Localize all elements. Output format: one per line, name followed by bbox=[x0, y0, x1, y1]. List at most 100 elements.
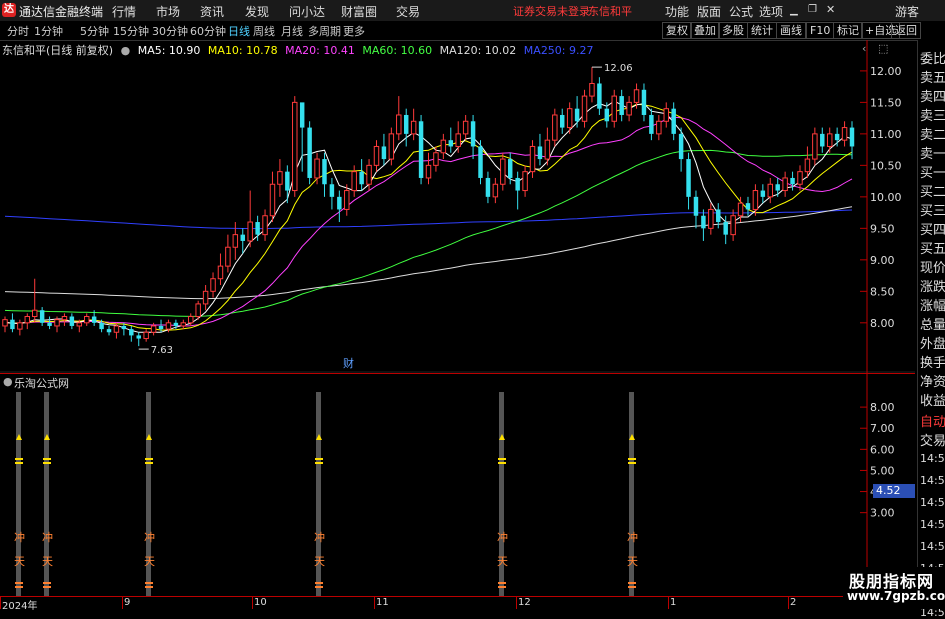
side-panel-item[interactable]: 涨幅 bbox=[920, 295, 945, 314]
finance-marker[interactable]: 财 bbox=[343, 356, 354, 370]
side-panel-item[interactable]: 卖一 bbox=[920, 143, 945, 162]
side-panel-item[interactable]: 委比 bbox=[920, 48, 945, 67]
side-panel-item[interactable]: 换手 bbox=[920, 352, 945, 371]
main-grid bbox=[0, 40, 915, 373]
side-panel-item[interactable]: 交易 bbox=[920, 430, 945, 449]
candle bbox=[492, 177, 499, 204]
candle bbox=[537, 133, 543, 166]
menu-xuanxiang[interactable]: 选项 bbox=[759, 3, 783, 20]
side-panel-item[interactable]: 收益 bbox=[920, 390, 945, 409]
tab-multi-period[interactable]: 多周期 bbox=[308, 23, 341, 39]
x-axis-tick bbox=[668, 597, 669, 609]
tab-monthly[interactable]: 月线 bbox=[281, 23, 303, 39]
menu-zixun[interactable]: 资讯 bbox=[200, 3, 224, 20]
tab-30min[interactable]: 30分钟 bbox=[152, 23, 188, 39]
tab-fenshi[interactable]: 分时 bbox=[7, 23, 29, 39]
side-panel-item[interactable]: 14:56 bbox=[920, 474, 945, 487]
restore-icon[interactable]: ❐ bbox=[808, 4, 817, 15]
f10-button[interactable]: F10 bbox=[806, 22, 835, 39]
candle bbox=[730, 209, 736, 241]
candle bbox=[581, 89, 588, 128]
side-panel-item[interactable]: 14:56 bbox=[920, 518, 945, 531]
fuquan-button[interactable]: 复权 bbox=[662, 22, 692, 39]
stock-title[interactable]: 东信和平(日线 前复权) bbox=[2, 44, 113, 57]
side-panel-item[interactable]: 总量 bbox=[920, 314, 945, 333]
menu-shichang[interactable]: 市场 bbox=[156, 3, 180, 20]
duogu-button[interactable]: 多股 bbox=[718, 22, 748, 39]
candle bbox=[671, 102, 676, 141]
tongji-button[interactable]: 统计 bbox=[747, 22, 777, 39]
minimize-icon[interactable]: ▁ bbox=[790, 5, 798, 16]
watermark: 股朋指标网 www.7gpzb.com bbox=[843, 567, 945, 609]
maximize-icon[interactable]: ⬚ bbox=[878, 42, 888, 55]
side-panel-item[interactable]: 卖二 bbox=[920, 124, 945, 143]
close-icon[interactable]: ✕ bbox=[826, 3, 835, 16]
y-tick-label: 10.50 bbox=[870, 159, 902, 172]
candle bbox=[678, 127, 684, 172]
back-button[interactable]: 返回 bbox=[891, 22, 921, 39]
side-panel-item[interactable]: 卖四 bbox=[920, 86, 945, 105]
tab-more[interactable]: 更多 bbox=[343, 23, 365, 39]
candle bbox=[418, 114, 424, 185]
tab-weekly[interactable]: 周线 bbox=[253, 23, 275, 39]
settings-dot-icon[interactable]: ● bbox=[121, 44, 131, 57]
side-panel-item[interactable]: 涨跌 bbox=[920, 276, 945, 295]
signal-label: 冲 bbox=[497, 530, 508, 544]
candle bbox=[693, 190, 699, 229]
ma20-value: MA20: 10.41 bbox=[285, 44, 355, 57]
candle bbox=[247, 190, 253, 248]
side-panel-item[interactable]: 买二 bbox=[920, 181, 945, 200]
ma250-value: MA250: 9.27 bbox=[523, 44, 594, 57]
candle bbox=[322, 152, 327, 197]
tab-daily[interactable]: 日线 bbox=[228, 23, 250, 39]
chevron-left-icon[interactable]: ‹ bbox=[862, 42, 866, 55]
menu-hangqing[interactable]: 行情 bbox=[112, 3, 136, 20]
signal-bar: 冲天 bbox=[497, 392, 508, 596]
side-panel-item[interactable]: 买三 bbox=[920, 200, 945, 219]
high-label: 12.06 bbox=[604, 63, 633, 74]
candle bbox=[529, 140, 536, 178]
side-panel-item[interactable]: 14:56 bbox=[920, 452, 945, 465]
candle bbox=[701, 209, 706, 241]
kline-chart[interactable]: 12.00 11.50 11.00 10.50 10.00 9.50 9.00 8.50 8.0… bbox=[0, 40, 915, 373]
tab-5min[interactable]: 5分钟 bbox=[80, 23, 109, 39]
signal-chart[interactable]: 冲天冲天冲天冲天冲天冲天 8.007.006.005.004.003.00 bbox=[0, 374, 915, 596]
menu-faxian[interactable]: 发现 bbox=[245, 3, 269, 20]
side-panel-item[interactable]: 卖三 bbox=[920, 105, 945, 124]
tab-1min[interactable]: 1分钟 bbox=[34, 23, 63, 39]
side-panel-item[interactable]: 自动 bbox=[920, 411, 945, 430]
x-axis-tick bbox=[374, 597, 375, 609]
candle bbox=[410, 108, 417, 141]
sub-chart-title[interactable]: ● 乐淘公式网 bbox=[3, 375, 69, 391]
menu-wenxiaoda[interactable]: 问小达 bbox=[289, 3, 325, 20]
sub-settings-icon[interactable]: ● bbox=[3, 375, 13, 388]
side-panel-item[interactable]: 买五 bbox=[920, 238, 945, 257]
menu-gongneng[interactable]: 功能 bbox=[665, 3, 689, 20]
guest-label[interactable]: 游客 bbox=[895, 3, 919, 20]
biaoji-button[interactable]: 标记 bbox=[833, 22, 863, 39]
menu-banmian[interactable]: 版面 bbox=[697, 3, 721, 20]
ma5-value: MA5: 10.90 bbox=[137, 44, 201, 57]
candle bbox=[462, 114, 469, 141]
candle bbox=[597, 77, 602, 115]
side-panel-item[interactable]: 外盘 bbox=[920, 333, 945, 352]
tab-15min[interactable]: 15分钟 bbox=[113, 23, 149, 39]
candle bbox=[804, 146, 811, 178]
diejia-button[interactable]: 叠加 bbox=[690, 22, 720, 39]
side-panel-item[interactable]: 卖五 bbox=[920, 67, 945, 86]
side-panel-item[interactable]: 买四 bbox=[920, 219, 945, 238]
candle bbox=[455, 121, 461, 153]
side-panel-item[interactable]: 买一 bbox=[920, 162, 945, 181]
menu-gongshi[interactable]: 公式 bbox=[729, 3, 753, 20]
menu-caifuquan[interactable]: 财富圈 bbox=[341, 3, 377, 20]
side-panel-item[interactable]: 14:56 bbox=[920, 496, 945, 509]
tab-60min[interactable]: 60分钟 bbox=[190, 23, 226, 39]
signal-bar: 冲天 bbox=[144, 392, 155, 596]
menu-jiaoyi[interactable]: 交易 bbox=[396, 3, 420, 20]
side-panel-item[interactable]: 现价 bbox=[920, 257, 945, 276]
side-panel-item[interactable]: 净资 bbox=[920, 371, 945, 390]
login-warning[interactable]: 证券交易未登录 bbox=[513, 3, 590, 19]
side-panel-item[interactable]: 14:56 bbox=[920, 540, 945, 553]
huaxian-button[interactable]: 画线 bbox=[776, 22, 806, 39]
signal-bar-mark bbox=[498, 586, 506, 588]
